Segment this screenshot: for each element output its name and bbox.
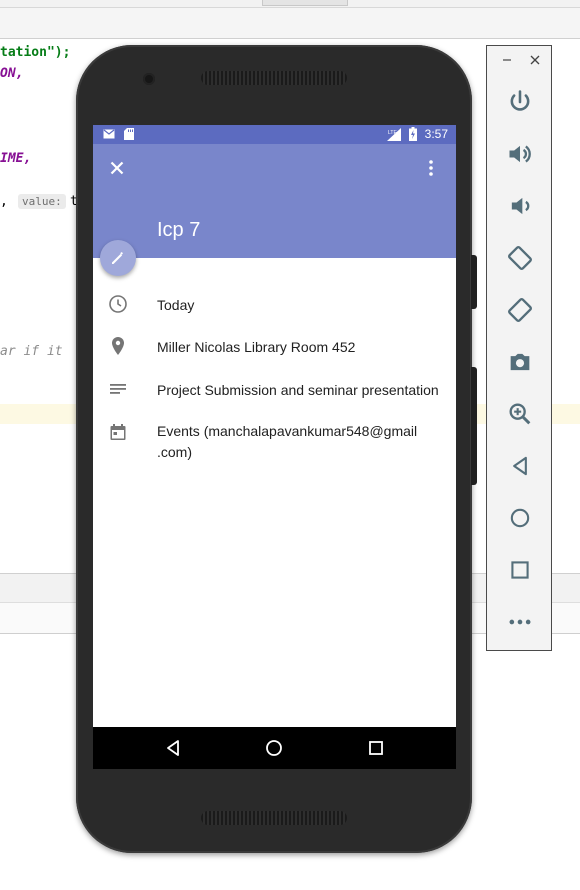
code-line: ON, — [0, 66, 24, 81]
volume-up-button[interactable] — [487, 132, 553, 176]
parameter-hint: value: — [18, 194, 66, 209]
code-line: , — [0, 194, 8, 209]
rotate-right-button[interactable] — [487, 288, 553, 332]
ide-top-toolbar — [0, 0, 580, 8]
event-calendar: Events (manchalapavankumar548@gmail .com… — [157, 423, 418, 460]
status-time: 3:57 — [424, 127, 448, 141]
code-line: tation"); — [0, 45, 71, 60]
event-location-row[interactable]: Miller Nicolas Library Room 452 — [93, 335, 456, 359]
description-icon — [107, 378, 129, 400]
volume-down-icon — [511, 197, 530, 215]
battery-charging-icon — [409, 127, 417, 141]
signal-lte-icon: LTE — [387, 128, 401, 141]
event-header: Icp 7 — [93, 144, 456, 258]
home-button[interactable] — [487, 496, 553, 540]
camera-icon — [510, 353, 530, 371]
gmail-icon — [103, 129, 115, 139]
phone-frame: LTE 3:57 Icp 7 Today Miller Nicolas Libr… — [76, 45, 477, 853]
event-description: Project Submission and seminar presentat… — [157, 382, 439, 398]
location-pin-icon — [107, 335, 129, 357]
power-icon — [510, 90, 530, 111]
front-camera — [143, 73, 155, 85]
back-icon — [167, 740, 179, 756]
rotate-right-icon — [508, 298, 532, 322]
phone-screen: LTE 3:57 Icp 7 Today Miller Nicolas Libr… — [93, 125, 456, 769]
power-button[interactable] — [487, 80, 553, 124]
edit-event-button[interactable] — [100, 240, 136, 276]
close-icon — [110, 161, 124, 175]
event-title: Icp 7 — [157, 219, 201, 241]
svg-text:LTE: LTE — [388, 130, 397, 136]
event-location: Miller Nicolas Library Room 452 — [157, 339, 356, 355]
home-icon — [266, 740, 282, 756]
volume-down-button[interactable] — [487, 184, 553, 228]
bottom-speaker — [201, 811, 347, 825]
ide-tab-bar — [0, 8, 580, 39]
close-event-button[interactable] — [106, 157, 128, 179]
nav-bar — [93, 727, 456, 769]
emulator-toolbar — [486, 45, 552, 651]
volume-up-icon — [509, 145, 531, 163]
nav-back-button[interactable] — [161, 737, 185, 759]
code-line: IME, — [0, 151, 32, 166]
code-comment: ar if it — [0, 344, 63, 359]
clock-icon — [107, 293, 129, 315]
nav-home-button[interactable] — [262, 737, 286, 759]
close-icon — [530, 55, 540, 65]
rotate-left-icon — [508, 246, 532, 270]
event-time-row: Today — [93, 293, 456, 317]
more-icon — [509, 619, 531, 625]
home-icon — [510, 508, 530, 528]
more-button[interactable] — [487, 600, 553, 644]
zoom-button[interactable] — [487, 392, 553, 436]
back-button[interactable] — [487, 444, 553, 488]
sd-card-icon — [124, 128, 134, 140]
screenshot-button[interactable] — [487, 340, 553, 384]
back-icon — [513, 456, 527, 476]
zoom-in-icon — [509, 403, 531, 425]
event-time: Today — [157, 297, 195, 313]
top-speaker — [201, 71, 347, 85]
calendar-icon — [107, 421, 129, 443]
nav-recents-button[interactable] — [364, 737, 388, 759]
minimize-icon — [503, 59, 511, 61]
pencil-icon — [112, 252, 124, 264]
status-bar: LTE 3:57 — [93, 125, 456, 144]
ide-run-config-dropdown[interactable] — [262, 0, 348, 6]
minimize-button[interactable] — [499, 52, 515, 68]
overview-icon — [511, 561, 529, 579]
close-emulator-button[interactable] — [527, 52, 543, 68]
volume-key[interactable] — [471, 367, 477, 485]
rotate-left-button[interactable] — [487, 236, 553, 280]
recents-icon — [369, 741, 383, 755]
event-calendar-row: Events (manchalapavankumar548@gmail .com… — [93, 421, 456, 465]
overflow-menu-button[interactable] — [421, 157, 441, 179]
overview-button[interactable] — [487, 548, 553, 592]
more-vert-icon — [429, 160, 433, 176]
power-key[interactable] — [471, 255, 477, 309]
event-description-row: Project Submission and seminar presentat… — [93, 378, 456, 402]
